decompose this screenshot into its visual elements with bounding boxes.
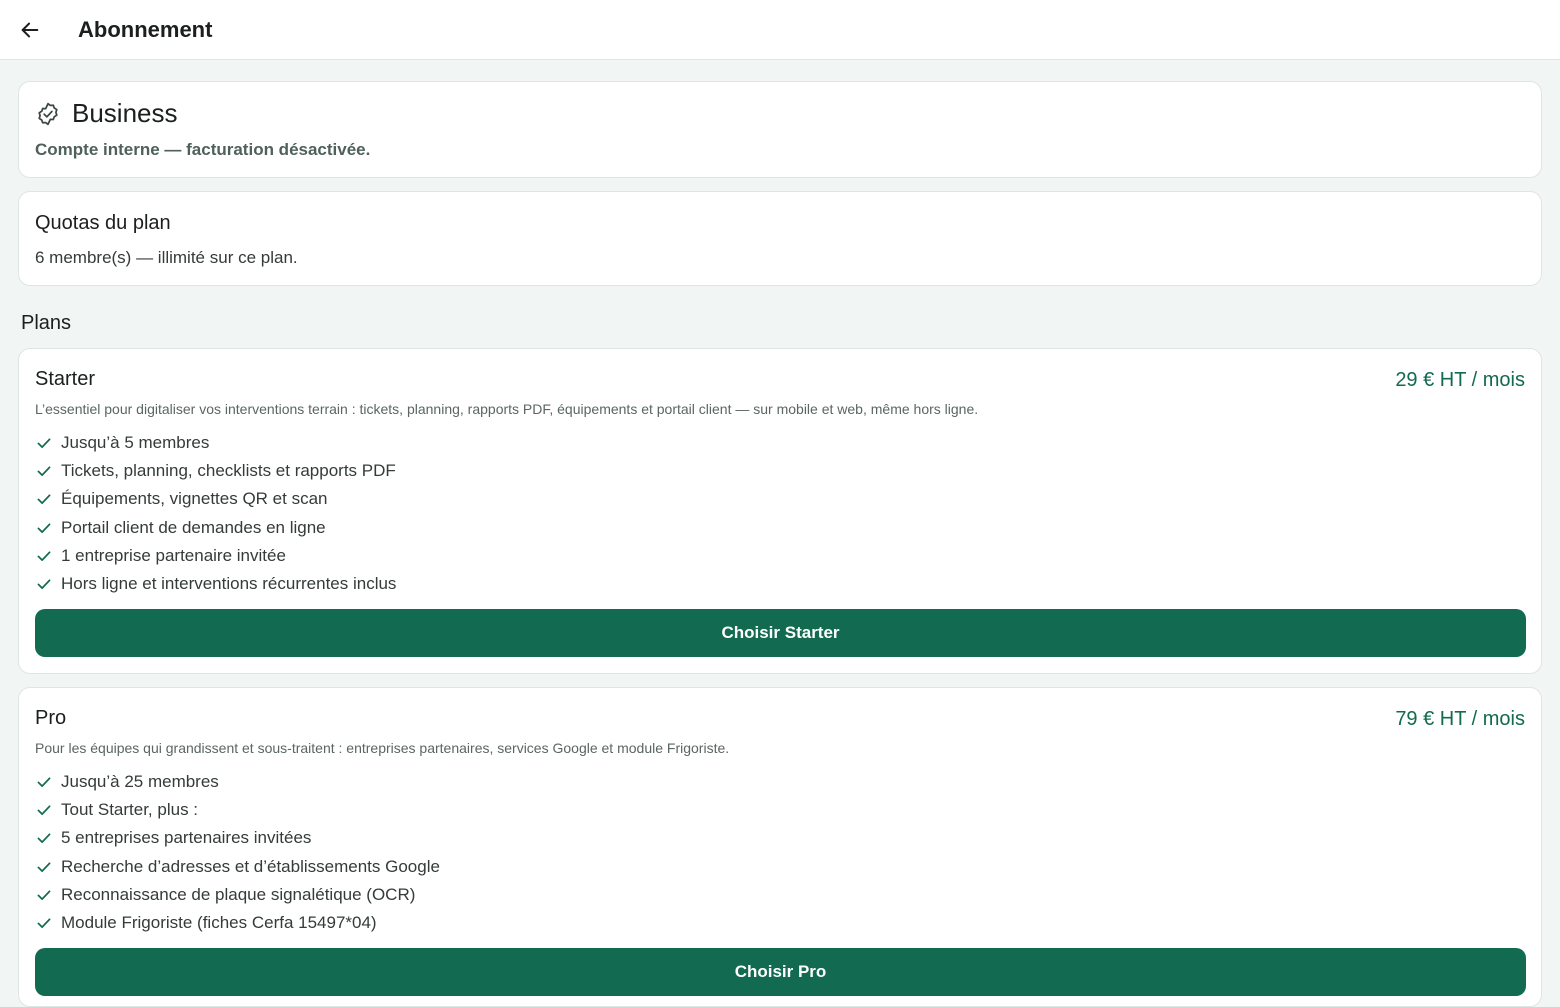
check-icon bbox=[35, 462, 53, 480]
page-title: Abonnement bbox=[78, 16, 213, 42]
feature-item: 5 entreprises partenaires invitées bbox=[35, 824, 440, 852]
current-plan-card: Business Compte interne — facturation dé… bbox=[18, 81, 1542, 178]
plan-price: 29 € HT / mois bbox=[1395, 369, 1525, 391]
top-app-bar: Abonnement bbox=[0, 0, 1560, 60]
choose-starter-button[interactable]: Choisir Starter bbox=[35, 609, 1526, 657]
feature-label: 1 entreprise partenaire invitée bbox=[61, 545, 286, 565]
plan-price: 79 € HT / mois bbox=[1395, 708, 1525, 730]
quotas-text: 6 membre(s) — illimité sur ce plan. bbox=[35, 248, 298, 267]
current-plan-name: Business bbox=[72, 98, 178, 128]
plan-quotas-card: Quotas du plan 6 membre(s) — illimité su… bbox=[18, 191, 1542, 286]
feature-label: Recherche d’adresses et d’établissements… bbox=[61, 856, 440, 876]
check-icon bbox=[35, 858, 53, 876]
feature-item: Recherche d’adresses et d’établissements… bbox=[35, 853, 440, 881]
feature-list: Jusqu’à 25 membres Tout Starter, plus : … bbox=[35, 768, 440, 937]
feature-label: Portail client de demandes en ligne bbox=[61, 517, 326, 537]
plan-description: Pour les équipes qui grandissent et sous… bbox=[35, 740, 730, 756]
feature-label: Tickets, planning, checklists et rapport… bbox=[61, 461, 396, 481]
check-icon bbox=[35, 490, 53, 508]
feature-item: 1 entreprise partenaire invitée bbox=[35, 542, 396, 570]
feature-item: Module Frigoriste (fiches Cerfa 15497*04… bbox=[35, 909, 440, 937]
check-icon bbox=[35, 434, 53, 452]
feature-item: Reconnaissance de plaque signalétique (O… bbox=[35, 881, 440, 909]
quotas-title: Quotas du plan bbox=[35, 212, 171, 234]
feature-item: Tout Starter, plus : bbox=[35, 796, 440, 824]
check-icon bbox=[35, 575, 53, 593]
feature-item: Équipements, vignettes QR et scan bbox=[35, 485, 396, 513]
plan-card-pro: Pro 79 € HT / mois Pour les équipes qui … bbox=[18, 687, 1542, 1007]
feature-item: Jusqu’à 25 membres bbox=[35, 768, 440, 796]
check-icon bbox=[35, 773, 53, 791]
check-icon bbox=[35, 886, 53, 904]
plan-card-starter: Starter 29 € HT / mois L’essentiel pour … bbox=[18, 348, 1542, 674]
feature-label: Module Frigoriste (fiches Cerfa 15497*04… bbox=[61, 913, 377, 933]
feature-item: Hors ligne et interventions récurrentes … bbox=[35, 570, 396, 598]
check-icon bbox=[35, 547, 53, 565]
plan-name: Starter bbox=[35, 368, 96, 390]
feature-label: Jusqu’à 25 membres bbox=[61, 772, 219, 792]
feature-label: Reconnaissance de plaque signalétique (O… bbox=[61, 884, 416, 904]
feature-label: Équipements, vignettes QR et scan bbox=[61, 489, 328, 509]
arrow-left-icon bbox=[19, 19, 41, 41]
feature-label: 5 entreprises partenaires invitées bbox=[61, 828, 312, 848]
plans-heading: Plans bbox=[21, 312, 72, 334]
check-icon bbox=[35, 801, 53, 819]
feature-list: Jusqu’à 5 membres Tickets, planning, che… bbox=[35, 429, 396, 598]
check-icon bbox=[35, 519, 53, 537]
feature-item: Jusqu’à 5 membres bbox=[35, 429, 396, 457]
feature-label: Jusqu’à 5 membres bbox=[61, 433, 210, 453]
current-plan-note: Compte interne — facturation désactivée. bbox=[35, 140, 371, 159]
back-button[interactable] bbox=[10, 10, 50, 50]
plan-name: Pro bbox=[35, 707, 67, 729]
feature-label: Hors ligne et interventions récurrentes … bbox=[61, 574, 397, 594]
check-icon bbox=[35, 914, 53, 932]
current-plan-header: Business bbox=[35, 98, 178, 129]
choose-pro-button[interactable]: Choisir Pro bbox=[35, 948, 1526, 996]
feature-label: Tout Starter, plus : bbox=[61, 800, 199, 820]
feature-item: Tickets, planning, checklists et rapport… bbox=[35, 457, 396, 485]
plan-description: L’essentiel pour digitaliser vos interve… bbox=[35, 401, 979, 417]
verified-badge-icon bbox=[35, 101, 61, 127]
feature-item: Portail client de demandes en ligne bbox=[35, 514, 396, 542]
check-icon bbox=[35, 829, 53, 847]
